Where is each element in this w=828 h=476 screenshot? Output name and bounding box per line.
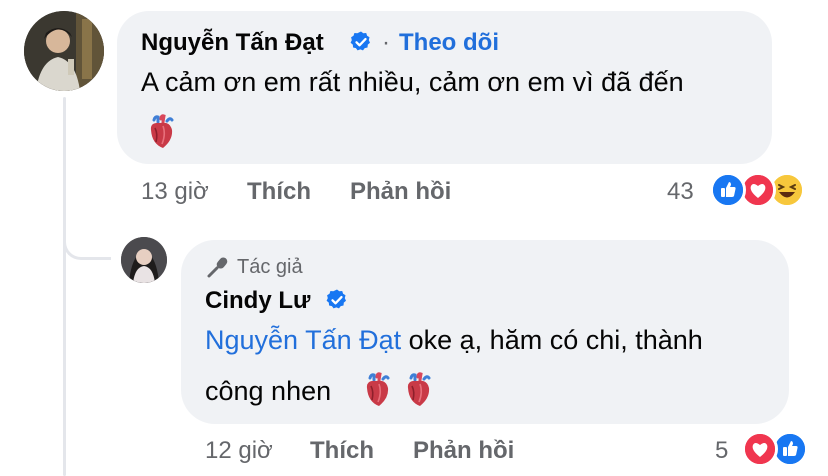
reply-avatar[interactable]	[121, 237, 167, 283]
author-badge: Tác giả	[205, 254, 303, 280]
reply-text-line1: Nguyễn Tấn Đạt oke ạ, hăm có chi, thành	[205, 325, 703, 356]
comment-author-name[interactable]: Nguyễn Tấn Đạt	[141, 29, 324, 57]
reply-button[interactable]: Phản hồi	[413, 437, 514, 465]
reply-timestamp[interactable]: 12 giờ	[205, 437, 273, 465]
reply-button[interactable]: Phản hồi	[350, 178, 451, 206]
verified-badge-icon	[326, 289, 346, 309]
anatomical-heart-emoji-icon	[150, 114, 174, 148]
reaction-count[interactable]: 5	[715, 437, 728, 465]
avatar[interactable]	[24, 11, 104, 91]
author-badge-label: Tác giả	[237, 255, 303, 278]
reaction-count[interactable]: 43	[667, 178, 694, 206]
verified-badge-icon	[350, 31, 370, 51]
thread-connector	[63, 236, 111, 260]
separator-dot: ·	[382, 29, 390, 56]
like-icon[interactable]	[710, 172, 746, 208]
reply-text: oke ạ, hăm có chi, thành	[401, 325, 703, 355]
thread-line	[63, 97, 66, 476]
follow-button[interactable]: Theo dõi	[399, 29, 499, 57]
anatomical-heart-emoji-icon	[366, 372, 390, 406]
reply-author-name[interactable]: Cindy Lư	[205, 287, 310, 315]
avatar-photo	[121, 237, 167, 283]
love-icon[interactable]	[742, 431, 778, 467]
like-button[interactable]: Thích	[310, 437, 374, 465]
avatar-photo	[24, 11, 104, 91]
mention-link[interactable]: Nguyễn Tấn Đạt	[205, 325, 401, 355]
comment-text: A cảm ơn em rất nhiều, cảm ơn em vì đã đ…	[141, 67, 684, 97]
like-button[interactable]: Thích	[247, 178, 311, 206]
comment-timestamp[interactable]: 13 giờ	[141, 178, 209, 206]
anatomical-heart-emoji-icon	[407, 372, 431, 406]
microphone-icon	[207, 257, 228, 278]
reply-text-line2: công nhen	[205, 376, 332, 406]
